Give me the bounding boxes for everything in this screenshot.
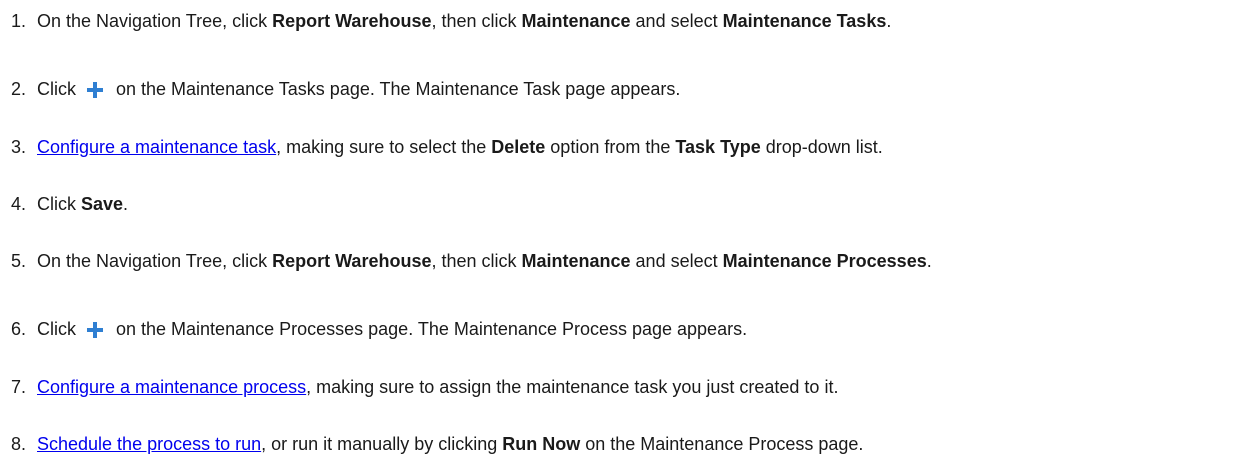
step-text: , then click [431,251,522,271]
step-text: On the Navigation Tree, click [37,251,273,271]
ui-term: Report Warehouse [272,251,432,271]
step-number: 8. [11,434,27,454]
procedure-steps-list: 1. On the Navigation Tree, click Report W… [0,0,1248,461]
plus-icon [84,319,106,341]
step-text: Click [37,79,76,99]
ui-term: Maintenance Tasks [722,11,887,31]
step-text: on the Maintenance Tasks page. The Maint… [116,79,681,99]
ui-term: Save [81,194,124,214]
ui-term: Run Now [502,434,581,454]
step-text: on the Maintenance Process page. [580,434,864,454]
step-text: on the Maintenance Processes page. The M… [116,319,748,339]
ui-term: Delete [491,137,546,157]
step-number: 5. [11,251,27,271]
step-link[interactable]: Configure a maintenance process [37,377,306,397]
step-3: 3. Configure a maintenance task, making s… [11,136,883,158]
step-text: and select [630,251,723,271]
step-2: 2. Click on the Maintenance Tasks page. Th… [11,78,680,100]
step-text: Click [37,319,76,339]
step-number: 1. [11,11,27,31]
ui-term: Maintenance Processes [722,251,927,271]
step-number: 7. [11,377,27,397]
plus-icon [84,79,106,101]
step-text: , then click [431,11,522,31]
step-text: . [926,251,932,271]
step-link[interactable]: Schedule the process to run [37,434,261,454]
step-1: 1. On the Navigation Tree, click Report W… [11,10,891,32]
step-number: 3. [11,137,27,157]
step-text: , or run it manually by clicking [261,434,503,454]
step-number: 6. [11,319,27,339]
step-link[interactable]: Configure a maintenance task [37,137,276,157]
ui-term: Maintenance [521,251,631,271]
step-5: 5. On the Navigation Tree, click Report W… [11,250,932,272]
step-8: 8. Schedule the process to run, or run it… [11,433,863,455]
ui-term: Maintenance [521,11,631,31]
step-4: 4. Click Save. [11,193,128,215]
step-6: 6. Click on the Maintenance Processes page… [11,318,747,340]
ui-term: Task Type [675,137,761,157]
step-number: 2. [11,79,27,99]
step-text: drop-down list. [760,137,883,157]
step-text: . [123,194,129,214]
step-number: 4. [11,194,27,214]
step-text: , making sure to assign the maintenance … [306,377,839,397]
step-text: and select [630,11,723,31]
step-text: On the Navigation Tree, click [37,11,273,31]
step-text: Click [37,194,81,214]
step-7: 7. Configure a maintenance process, makin… [11,376,838,398]
step-text: . [886,11,892,31]
step-text: option from the [545,137,676,157]
ui-term: Report Warehouse [272,11,432,31]
step-text: , making sure to select the [276,137,492,157]
